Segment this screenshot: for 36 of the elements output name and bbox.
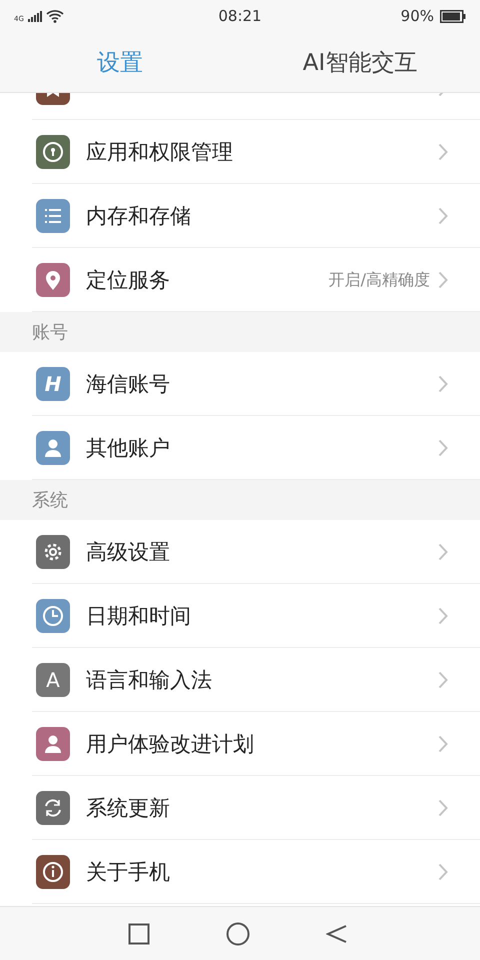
setting-label[interactable]: 高级设置 — [86, 538, 438, 566]
recents-button[interactable] — [128, 923, 150, 945]
chevron-icon — [438, 863, 448, 881]
chevron-icon — [438, 799, 448, 817]
setting-label[interactable]: 关于手机 — [86, 858, 438, 886]
tab[interactable]: AI智能交互 — [240, 32, 480, 92]
home-button[interactable] — [226, 922, 250, 946]
setting-label[interactable]: 定位服务 — [86, 266, 329, 294]
clock-time: 08:21 — [218, 7, 262, 25]
setting-label[interactable]: 应用和权限管理 — [86, 138, 438, 166]
chevron-icon — [438, 375, 448, 393]
setting-label[interactable]: 内存和存储 — [86, 202, 438, 230]
letter-icon: H — [36, 367, 70, 401]
setting-label[interactable]: 语言和输入法 — [86, 666, 438, 694]
chevron-icon — [438, 439, 448, 457]
battery-icon — [440, 10, 466, 22]
wifi-icon — [46, 9, 64, 23]
setting-label[interactable]: 海信账号 — [86, 370, 438, 398]
setting-value: 开启/高精确度 — [328, 270, 430, 290]
setting-label[interactable]: 其他账户 — [86, 434, 438, 462]
section-header: 系统 — [32, 489, 68, 512]
chevron-icon — [438, 207, 448, 225]
setting-label[interactable]: 日期和时间 — [86, 602, 438, 630]
battery-percent: 90% — [400, 7, 434, 25]
chevron-icon — [438, 271, 448, 289]
chevron-icon — [438, 143, 448, 161]
setting-label[interactable]: 用户体验改进计划 — [86, 730, 438, 758]
chevron-icon — [438, 543, 448, 561]
letter-icon: A — [36, 663, 70, 697]
back-button[interactable] — [326, 923, 348, 945]
setting-label[interactable]: 系统更新 — [86, 794, 438, 822]
section-header: 账号 — [32, 321, 68, 344]
chevron-icon — [438, 607, 448, 625]
signal-icon — [28, 10, 42, 22]
chevron-icon — [438, 671, 448, 689]
chevron-icon — [438, 735, 448, 753]
